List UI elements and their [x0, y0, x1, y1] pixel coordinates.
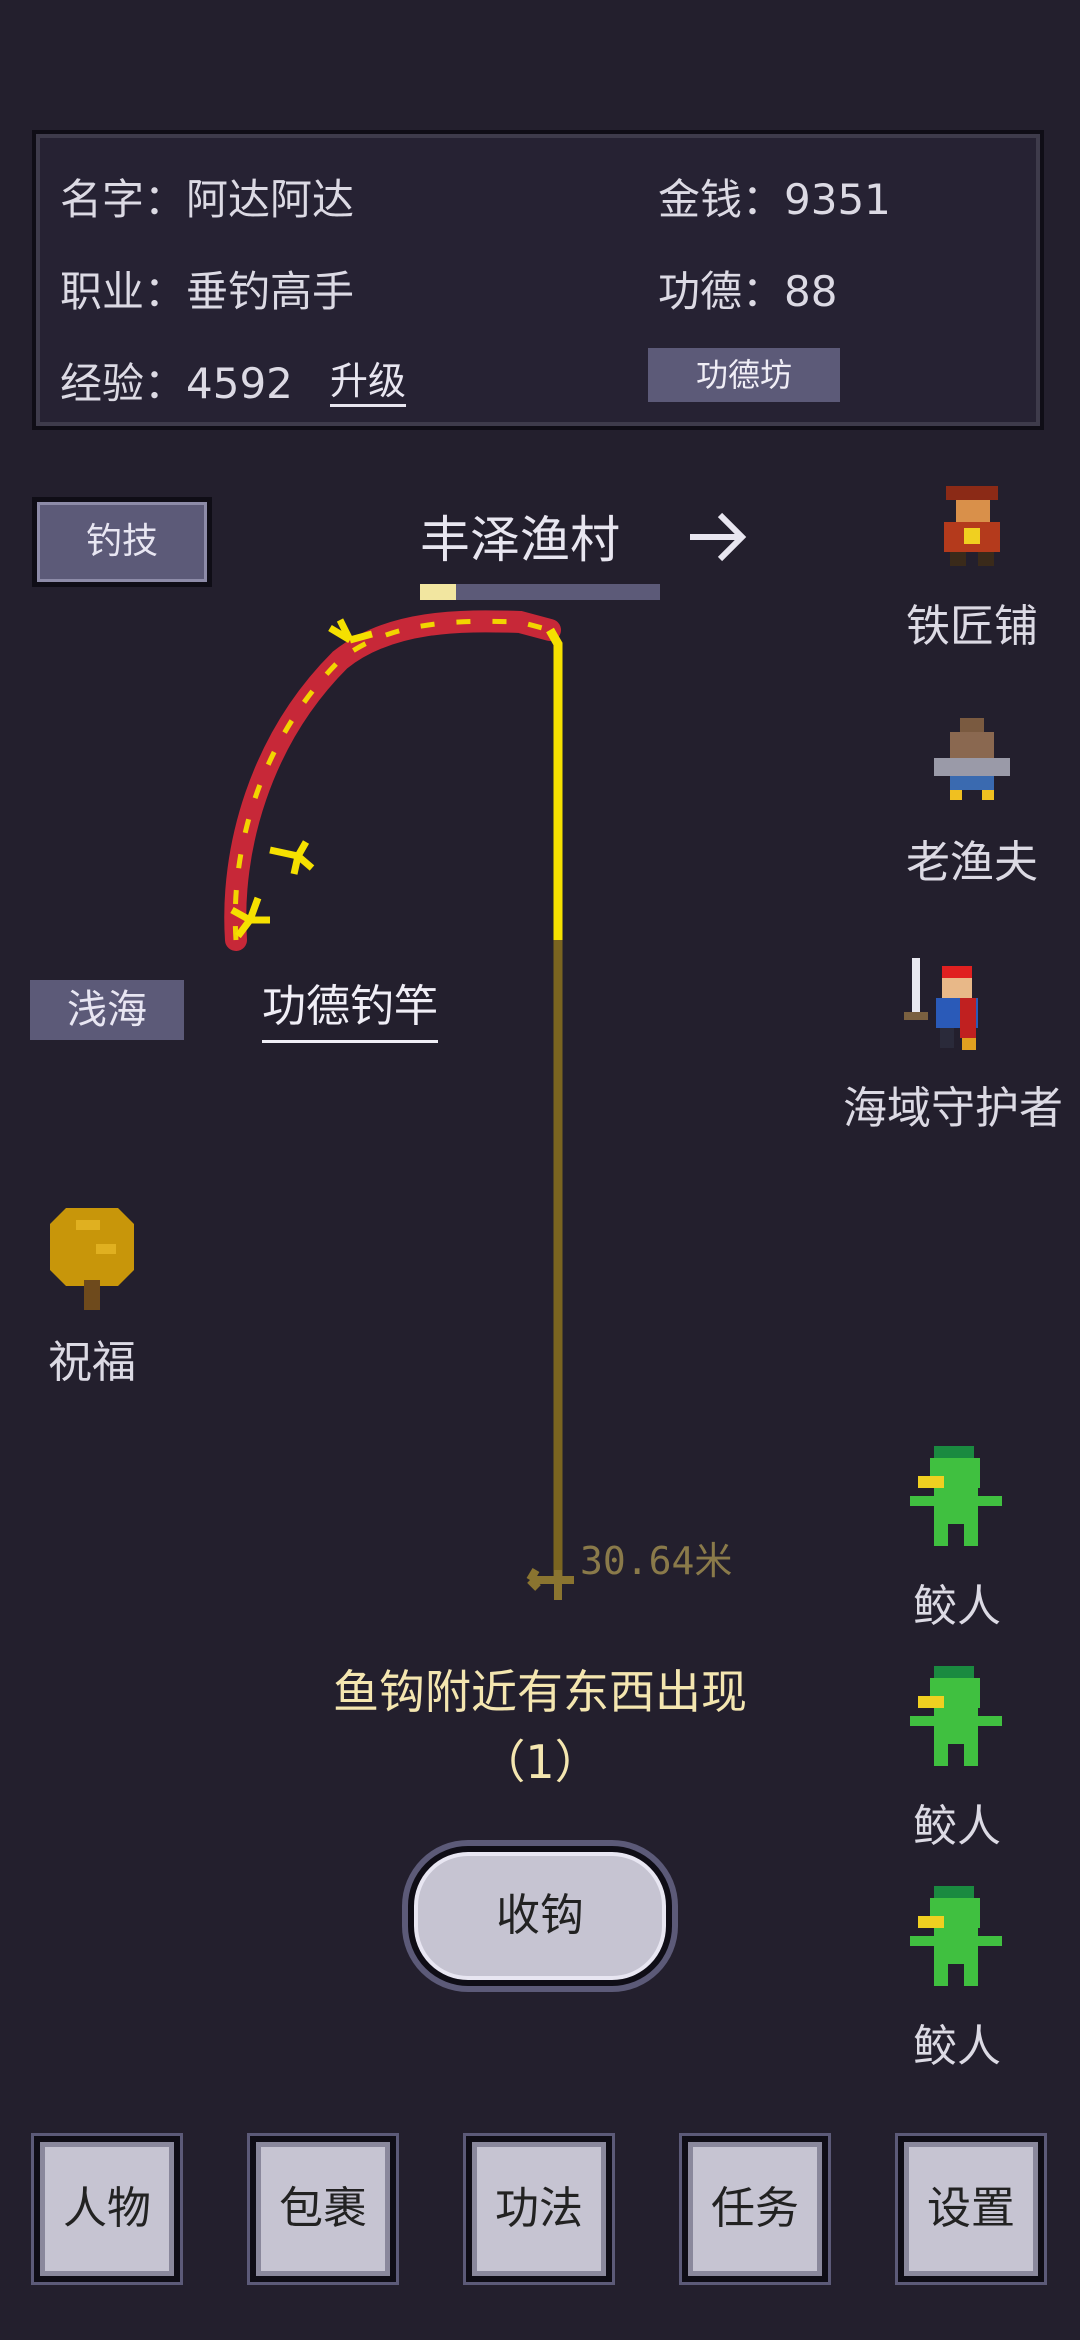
exp-row: 经验：4592 [60, 350, 293, 411]
reel-in-button[interactable]: 收钩 [408, 1846, 672, 1986]
player-exp: 4592 [186, 359, 293, 408]
name-row: 名字：阿达阿达 [60, 166, 354, 227]
name-label: 名字： [60, 175, 187, 224]
blacksmith-icon[interactable] [926, 478, 1018, 574]
merfolk-label[interactable]: 鲛人 [880, 1790, 1034, 1854]
location-progress-fill [420, 584, 456, 600]
line-above-water [546, 627, 563, 940]
sea-guardian-icon[interactable] [900, 958, 1010, 1062]
player-merit: 88 [784, 267, 838, 316]
nav-techniques-button[interactable]: 功法 [466, 2136, 612, 2282]
rod-name-link[interactable]: 功德钓竿 [262, 970, 438, 1043]
merfolk-icon[interactable] [904, 1666, 1008, 1774]
nav-inventory-button[interactable]: 包裹 [250, 2136, 396, 2282]
fishing-skills-button[interactable]: 钓技 [32, 497, 212, 587]
job-row: 职业：垂钓高手 [60, 258, 354, 319]
money-row: 金钱：9351 [658, 166, 891, 227]
sea-guardian-label[interactable]: 海域守护者 [830, 1072, 1076, 1136]
dragon-rod-scales [232, 618, 551, 941]
nav-settings-button[interactable]: 设置 [898, 2136, 1044, 2282]
merit-row: 功德：88 [658, 258, 837, 319]
merit-label: 功德： [658, 267, 785, 316]
blessing-tree-icon[interactable] [40, 1200, 144, 1316]
merfolk-icon[interactable] [904, 1886, 1008, 1994]
blessing-label: 祝福 [48, 1337, 136, 1388]
old-fisherman-label[interactable]: 老渔夫 [880, 826, 1064, 890]
job-label: 职业： [60, 267, 187, 316]
player-money: 9351 [784, 175, 891, 224]
hook-icon [526, 1567, 574, 1600]
merfolk-label[interactable]: 鲛人 [880, 2010, 1034, 2074]
line-depth: 30.64米 [580, 1539, 733, 1583]
nav-quests-button[interactable]: 任务 [682, 2136, 828, 2282]
location-progress-track [420, 584, 660, 600]
blacksmith-label[interactable]: 铁匠铺 [880, 590, 1064, 654]
dragon-claw-upper [269, 840, 315, 875]
merfolk-label[interactable]: 鲛人 [880, 1570, 1034, 1634]
money-label: 金钱： [658, 175, 785, 224]
merit-shop-button[interactable]: 功德坊 [648, 348, 840, 402]
nav-character-button[interactable]: 人物 [34, 2136, 180, 2282]
location-name: 丰泽渔村 [420, 511, 620, 569]
old-fisherman-icon[interactable] [926, 712, 1018, 808]
merfolk-icon[interactable] [904, 1446, 1008, 1554]
player-job: 垂钓高手 [186, 267, 355, 316]
player-name: 阿达阿达 [186, 175, 355, 224]
exp-label: 经验： [60, 359, 187, 408]
dragon-rod-body [224, 610, 561, 951]
upgrade-link[interactable]: 升级 [330, 350, 406, 405]
next-location-arrow-icon[interactable] [686, 505, 750, 573]
fishing-rod-scene [224, 610, 574, 1600]
dragon-head [328, 618, 373, 644]
fishing-spot-button[interactable]: 浅海 [30, 980, 184, 1040]
